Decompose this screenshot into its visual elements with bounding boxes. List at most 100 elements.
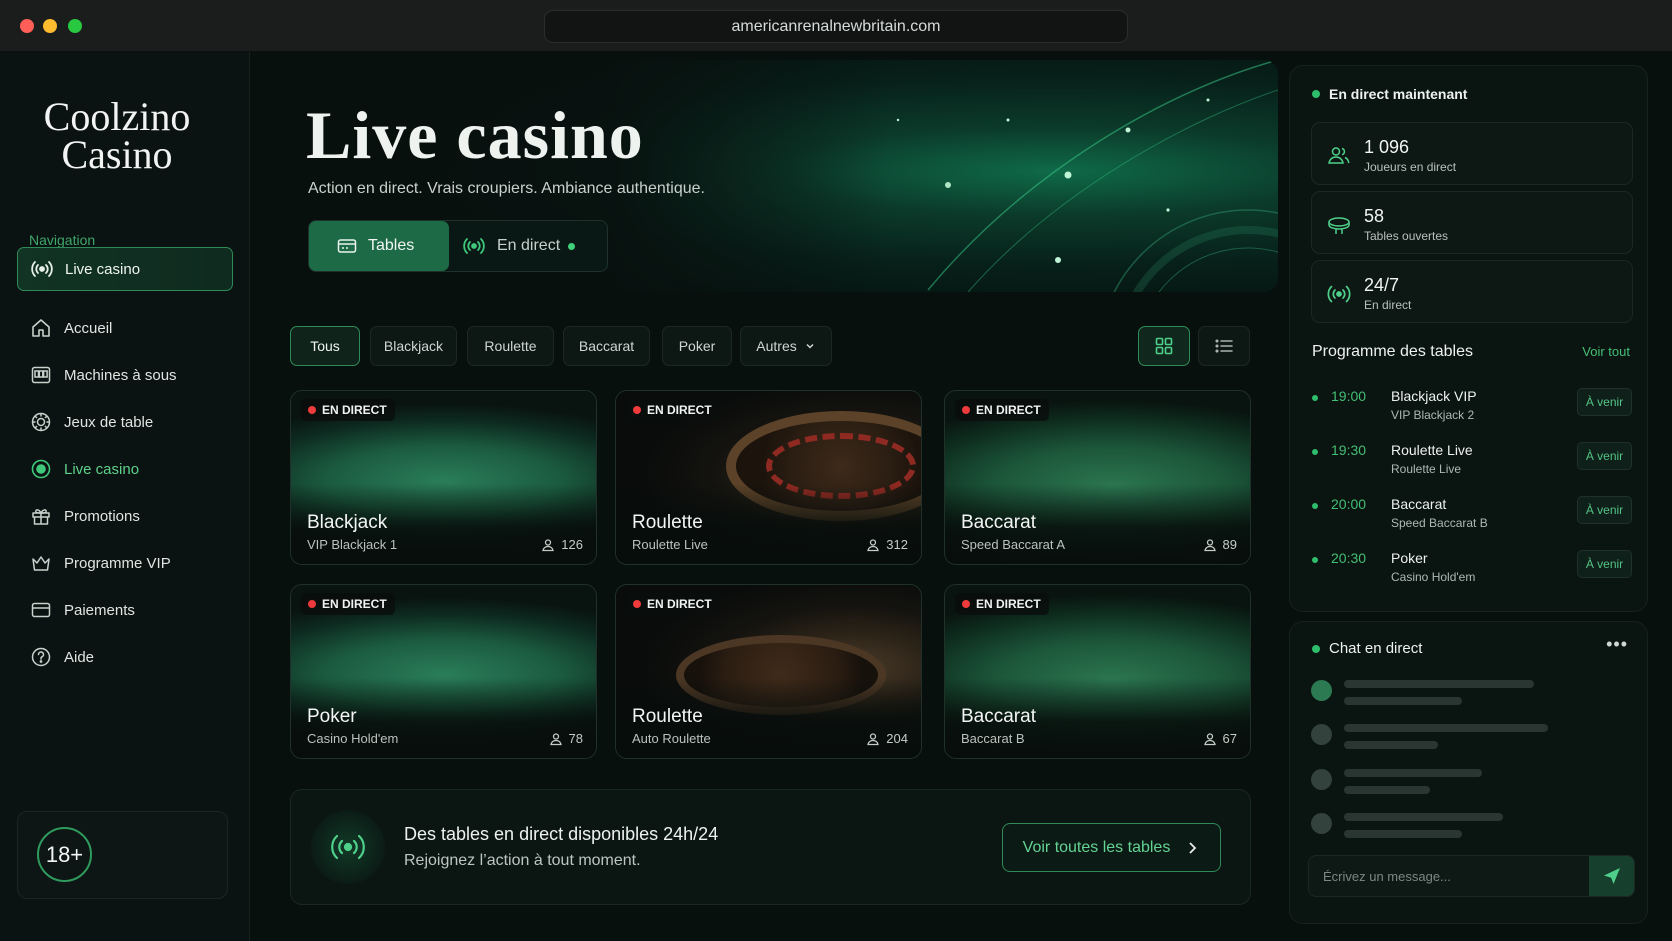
user-icon xyxy=(549,732,562,745)
schedule-row[interactable]: 20:00 Baccarat Speed Baccarat B À venir xyxy=(1312,496,1632,542)
schedule-row[interactable]: 19:00 Blackjack VIP VIP Blackjack 2 À ve… xyxy=(1312,388,1632,434)
view-all-tables-button[interactable]: Voir toutes les tables xyxy=(1002,823,1221,872)
tab-en-direct[interactable]: En direct xyxy=(459,221,609,271)
close-window-button[interactable] xyxy=(20,19,34,33)
chat-heading: Chat en direct xyxy=(1312,640,1422,657)
player-count: 78 xyxy=(549,731,583,746)
live-now-panel: En direct maintenant 1 096 Joueurs en di… xyxy=(1289,65,1648,612)
user-icon xyxy=(542,538,555,551)
stat-live: 24/7 En direct xyxy=(1311,260,1633,323)
crown-icon xyxy=(30,552,52,574)
user-icon xyxy=(1203,732,1216,745)
live-badge: EN DIRECT xyxy=(301,399,395,421)
logo-line-1: Coolzino xyxy=(43,94,191,139)
schedule-dot xyxy=(1312,503,1318,509)
age-badge: 18+ xyxy=(37,827,92,882)
chat-heading-label: Chat en direct xyxy=(1329,640,1423,657)
player-count: 89 xyxy=(1203,537,1237,552)
minimize-window-button[interactable] xyxy=(43,19,57,33)
schedule-time: 20:30 xyxy=(1331,550,1367,566)
table-card-auto-roulette[interactable]: EN DIRECT Roulette Auto Roulette 204 xyxy=(615,584,922,759)
table-card-baccarat[interactable]: EN DIRECT Baccarat Speed Baccarat A 89 xyxy=(944,390,1251,565)
schedule-see-all-link[interactable]: Voir tout xyxy=(1582,344,1630,359)
live-badge: EN DIRECT xyxy=(301,593,395,615)
sidebar-item-programme-vip[interactable]: Programme VIP xyxy=(17,541,233,585)
sidebar-item-label: Aide xyxy=(64,648,95,666)
card-subtitle: VIP Blackjack 1 xyxy=(307,537,398,552)
filter-autres-dropdown[interactable]: Autres xyxy=(740,326,832,366)
address-bar[interactable]: americanrenalnewbritain.com xyxy=(544,10,1128,43)
schedule-row[interactable]: 20:30 Poker Casino Hold'em À venir xyxy=(1312,550,1632,596)
schedule-table-sub: Speed Baccarat B xyxy=(1391,516,1488,530)
chat-more-options-icon[interactable]: ••• xyxy=(1606,634,1628,655)
chat-message-placeholder xyxy=(1344,680,1534,688)
chat-message-placeholder xyxy=(1344,813,1503,821)
sidebar-item-machines[interactable]: Machines à sous xyxy=(17,353,233,397)
schedule-time: 20:00 xyxy=(1331,496,1367,512)
live-circle-icon xyxy=(30,458,52,480)
filter-baccarat[interactable]: Baccarat xyxy=(563,326,650,366)
schedule-time: 19:30 xyxy=(1331,442,1367,458)
sidebar: Coolzino Casino Navigation Live casino A… xyxy=(0,52,250,941)
table-card-baccarat-b[interactable]: EN DIRECT Baccarat Baccarat B 67 xyxy=(944,584,1251,759)
sidebar-item-accueil[interactable]: Accueil xyxy=(17,306,233,350)
schedule-heading: Programme des tables xyxy=(1312,343,1473,360)
table-card-roulette[interactable]: EN DIRECT Roulette Roulette Live 312 xyxy=(615,390,922,565)
grid-view-button[interactable] xyxy=(1138,326,1190,366)
live-now-heading: En direct maintenant xyxy=(1312,86,1467,102)
chat-avatar-placeholder xyxy=(1311,680,1332,701)
schedule-dot xyxy=(1312,395,1318,401)
live-red-dot xyxy=(633,406,641,414)
stat-value: 24/7 xyxy=(1364,275,1400,295)
live-green-dot xyxy=(1312,644,1320,653)
sidebar-item-label: Promotions xyxy=(64,507,140,525)
tab-tables[interactable]: Tables xyxy=(309,221,449,271)
slot-machine-icon xyxy=(30,364,52,386)
table-icon xyxy=(1328,217,1350,234)
table-card-poker[interactable]: EN DIRECT Poker Casino Hold'em 78 xyxy=(290,584,597,759)
schedule-table-sub: VIP Blackjack 2 xyxy=(1391,408,1475,422)
sidebar-item-live-casino-2[interactable]: Live casino xyxy=(17,447,233,491)
help-icon xyxy=(30,646,52,668)
grid-icon xyxy=(1155,337,1173,355)
chat-avatar-placeholder xyxy=(1311,813,1332,834)
chevron-right-icon xyxy=(1189,841,1197,854)
app-window: Coolzino Casino Navigation Live casino A… xyxy=(0,52,1672,941)
tab-en-direct-label: En direct xyxy=(497,237,561,254)
filter-tous[interactable]: Tous xyxy=(290,326,360,366)
chat-avatar-placeholder xyxy=(1311,769,1332,790)
sidebar-item-promotions[interactable]: Promotions xyxy=(17,494,233,538)
schedule-row[interactable]: 19:30 Roulette Live Roulette Live À veni… xyxy=(1312,442,1632,488)
maximize-window-button[interactable] xyxy=(68,19,82,33)
view-toggle xyxy=(1138,326,1251,366)
site-logo[interactable]: Coolzino Casino xyxy=(0,94,234,175)
stat-label: Joueurs en direct xyxy=(1364,160,1457,174)
card-title: Blackjack xyxy=(307,512,388,533)
card-subtitle: Baccarat B xyxy=(961,731,1025,746)
live-red-dot xyxy=(962,406,970,414)
card-title: Roulette xyxy=(632,706,703,727)
sidebar-item-paiements[interactable]: Paiements xyxy=(17,588,233,632)
sidebar-item-aide[interactable]: Aide xyxy=(17,635,233,679)
schedule-dot xyxy=(1312,449,1318,455)
schedule-table-name: Poker xyxy=(1391,550,1428,566)
list-view-button[interactable] xyxy=(1198,326,1250,366)
sidebar-item-jeux-de-table[interactable]: Jeux de table xyxy=(17,400,233,444)
chat-message-placeholder xyxy=(1344,741,1438,749)
sidebar-item-label: Paiements xyxy=(64,601,135,619)
sidebar-item-label: Machines à sous xyxy=(64,366,177,384)
filter-roulette[interactable]: Roulette xyxy=(467,326,554,366)
table-card-blackjack[interactable]: EN DIRECT Blackjack VIP Blackjack 1 126 xyxy=(290,390,597,565)
filter-poker[interactable]: Poker xyxy=(662,326,732,366)
chat-message-input[interactable]: Écrivez un message... xyxy=(1308,855,1635,897)
schedule-table-sub: Roulette Live xyxy=(1391,462,1462,476)
sidebar-item-live-casino[interactable]: Live casino xyxy=(17,247,233,291)
send-message-button[interactable] xyxy=(1589,856,1634,896)
filter-blackjack[interactable]: Blackjack xyxy=(370,326,457,366)
schedule-table-name: Baccarat xyxy=(1391,496,1447,512)
player-count-value: 204 xyxy=(886,731,908,746)
users-icon xyxy=(1328,147,1350,164)
sidebar-item-label: Live casino xyxy=(65,260,141,278)
sidebar-item-label: Jeux de table xyxy=(64,413,154,431)
live-signal-icon xyxy=(463,238,485,254)
